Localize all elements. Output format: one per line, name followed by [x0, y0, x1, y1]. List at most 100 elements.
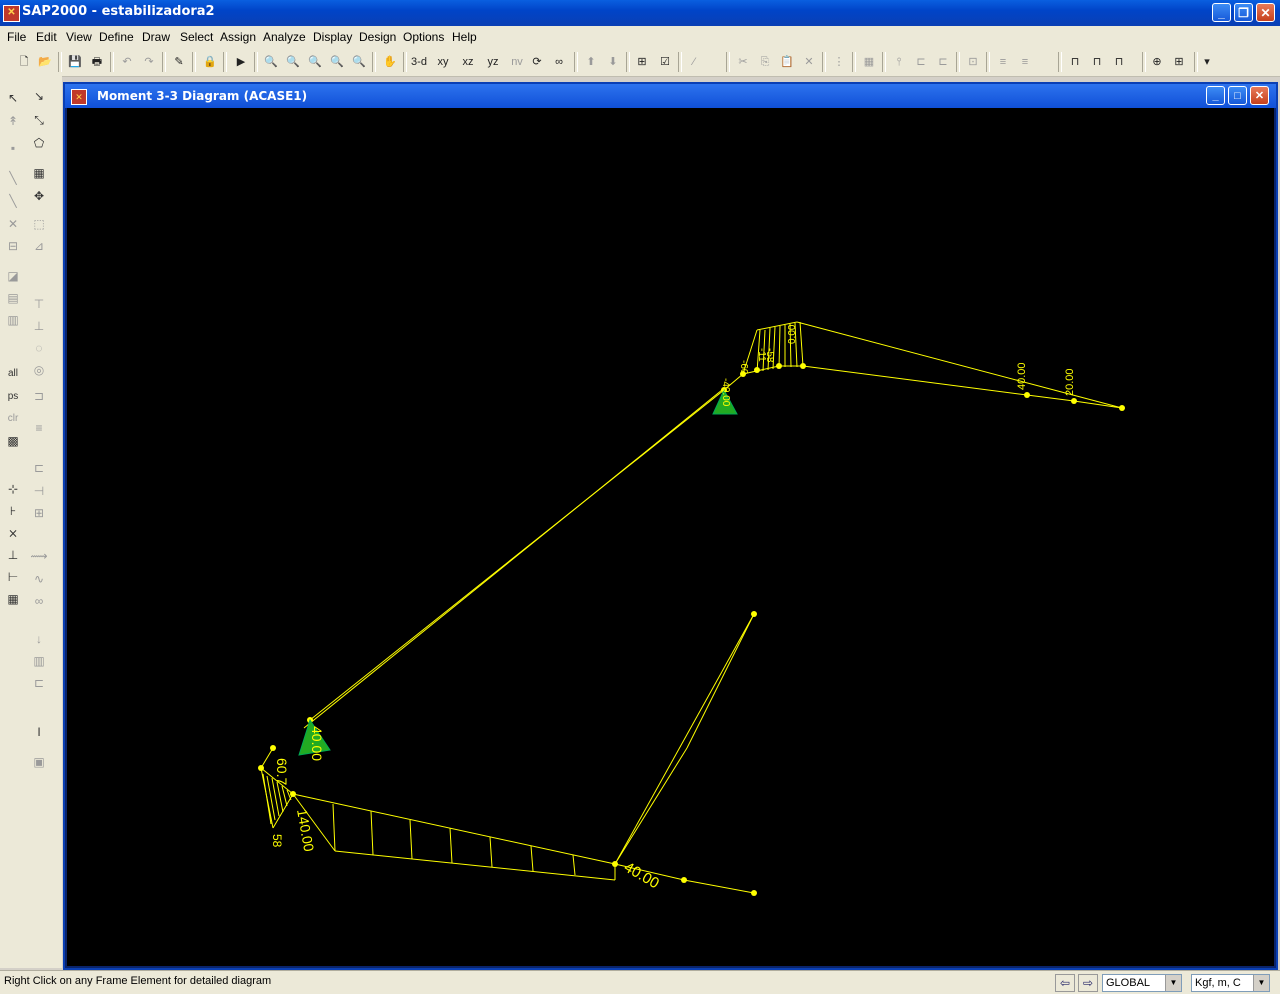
frame-moment-icon[interactable]: ⊓ — [1110, 52, 1128, 72]
child-maximize-button[interactable]: □ — [1228, 86, 1247, 105]
delete-icon[interactable]: ✕ — [800, 52, 818, 72]
next-view-button[interactable]: ⇨ — [1078, 974, 1098, 992]
grid-icon[interactable]: ▦ — [860, 52, 878, 72]
zoom-out-icon[interactable]: 🔍 — [350, 52, 368, 72]
display-deformed-icon[interactable]: ≡ — [994, 52, 1012, 72]
units-select[interactable]: Kgf, m, C ▼ — [1191, 974, 1270, 992]
copy-icon[interactable]: ⎘ — [756, 52, 774, 72]
plane-icon[interactable]: ▥ — [3, 310, 23, 330]
assign-icon[interactable]: ⁄ — [685, 52, 703, 72]
zoom-window-icon[interactable]: 🔍 — [262, 52, 280, 72]
draw-frame-icon[interactable]: ⤡ — [29, 110, 49, 130]
menu-file[interactable]: File — [7, 30, 26, 44]
frame-icon[interactable]: ⊓ — [1066, 52, 1084, 72]
cut-icon[interactable]: ✂ — [734, 52, 752, 72]
show-all-icon[interactable]: ⊞ — [633, 52, 651, 72]
shell-icon[interactable]: ▤ — [3, 288, 23, 308]
rotate-3d-icon[interactable]: ⟳ — [528, 52, 546, 72]
pencil-icon[interactable]: ✎ — [170, 52, 188, 72]
diagram-canvas[interactable]: -58 -11 -60 -40.00 0.00 40.00 20.00 40.0… — [67, 108, 1274, 966]
menu-assign[interactable]: Assign — [220, 30, 256, 44]
menu-design[interactable]: Design — [359, 30, 396, 44]
draw-point-icon[interactable]: ↟ — [3, 111, 23, 131]
joint-spring-icon[interactable]: ⊥ — [29, 316, 49, 336]
paste-icon[interactable]: 📋 — [778, 52, 796, 72]
draw-line-icon[interactable]: ╲ — [3, 168, 23, 188]
moment-diagram-svg[interactable]: -58 -11 -60 -40.00 0.00 40.00 20.00 40.0… — [67, 108, 1274, 966]
child-window-icon[interactable]: ✕ — [71, 89, 87, 105]
frame-temp-icon[interactable]: ∿ — [29, 569, 49, 589]
redo-icon[interactable]: ↷ — [140, 52, 158, 72]
frame-braced-icon[interactable]: ⊓ — [1088, 52, 1106, 72]
frame-releases-icon[interactable]: ⊐ — [29, 386, 49, 406]
design-report-icon[interactable]: ⊞ — [1170, 52, 1188, 72]
view-xy-button[interactable]: xy — [434, 52, 452, 72]
perspective-icon[interactable]: ∞ — [550, 52, 568, 72]
draw-line2-icon[interactable]: ╲ — [3, 191, 23, 211]
menu-view[interactable]: View — [66, 30, 92, 44]
link-icon[interactable]: ⊿ — [29, 236, 49, 256]
frame-hinges-icon[interactable]: ⊣ — [29, 481, 49, 501]
clear-selection-button[interactable]: clr — [3, 409, 23, 429]
chevron-down-icon[interactable]: ▼ — [1165, 975, 1181, 991]
area-loads-icon[interactable]: ▥ — [29, 651, 49, 671]
minimize-button[interactable]: _ — [1212, 3, 1231, 22]
child-close-button[interactable]: ✕ — [1250, 86, 1269, 105]
restore-button[interactable]: ❐ — [1234, 3, 1253, 22]
close-button[interactable]: ✕ — [1256, 3, 1275, 22]
draw-special-joint-icon[interactable]: ▪ — [3, 138, 23, 158]
intersecting-line-icon[interactable]: ▩ — [3, 431, 23, 451]
snap-lines-icon[interactable]: ⊢ — [3, 567, 23, 587]
zoom-restore-icon[interactable]: 🔍 — [284, 52, 302, 72]
toolbar-more-icon[interactable]: ▾ — [1198, 52, 1216, 72]
joint-restraint-icon[interactable]: ⊤ — [29, 294, 49, 314]
print-icon[interactable]: 🖶 — [88, 52, 106, 72]
loads-icon[interactable]: ⊏ — [934, 52, 952, 72]
new-file-icon[interactable]: 🗋 — [15, 52, 33, 72]
menu-draw[interactable]: Draw — [142, 30, 170, 44]
select-all-button[interactable]: all — [3, 364, 23, 384]
cross-bracing-icon[interactable]: ✕ — [3, 214, 23, 234]
frame-prestress-icon[interactable]: ∞ — [29, 591, 49, 611]
sap2000-app-icon[interactable]: ✕ — [3, 5, 20, 22]
replicate-icon[interactable]: ⋮ — [830, 52, 848, 72]
menu-display[interactable]: Display — [313, 30, 352, 44]
area-temp-icon[interactable]: ⊏ — [29, 673, 49, 693]
axes-icon[interactable]: ✥ — [29, 186, 49, 206]
reshape-icon[interactable]: ↘ — [29, 86, 49, 106]
snap-perpendicular-icon[interactable]: ⊥ — [3, 545, 23, 565]
run-analysis-icon[interactable]: ▶ — [232, 52, 250, 72]
snap-ends-icon[interactable]: ⊦ — [3, 501, 23, 521]
chevron-down-icon[interactable]: ▼ — [1253, 975, 1269, 991]
menu-select[interactable]: Select — [180, 30, 213, 44]
menu-define[interactable]: Define — [99, 30, 134, 44]
frame-offsets-icon[interactable]: ≡ — [29, 418, 49, 438]
coord-system-select[interactable]: GLOBAL ▼ — [1102, 974, 1182, 992]
lock-icon[interactable]: 🔒 — [201, 52, 219, 72]
view-3d-button[interactable]: 3-d — [410, 52, 428, 72]
snap-joints-icon[interactable]: ⊹ — [3, 479, 23, 499]
restraint-icon[interactable]: ⫯ — [890, 52, 908, 72]
section-cut-icon[interactable]: ⊟ — [3, 236, 23, 256]
frame-lines[interactable] — [260, 321, 1123, 894]
up-arrow-icon[interactable]: ⬆ — [582, 52, 600, 72]
zoom-full-icon[interactable]: 🔍 — [306, 52, 324, 72]
view-xz-button[interactable]: xz — [459, 52, 477, 72]
open-file-icon[interactable]: 📂 — [36, 52, 54, 72]
previous-selection-button[interactable]: ps — [3, 387, 23, 407]
view-yz-button[interactable]: yz — [484, 52, 502, 72]
menu-help[interactable]: Help — [452, 30, 477, 44]
rect-area-icon[interactable]: ▦ — [29, 163, 49, 183]
frame-sections-icon[interactable]: ⊏ — [29, 458, 49, 478]
solid-icon[interactable]: ◪ — [3, 266, 23, 286]
view-nv-button[interactable]: nv — [508, 52, 526, 72]
joint-panel-icon[interactable]: ◎ — [29, 360, 49, 380]
menu-analyze[interactable]: Analyze — [263, 30, 306, 44]
joint-loads-icon[interactable]: ↓ — [29, 629, 49, 649]
frame-modifiers-icon[interactable]: ⊞ — [29, 503, 49, 523]
pan-icon[interactable]: ✋ — [381, 52, 399, 72]
save-icon[interactable]: 💾 — [66, 52, 84, 72]
section-property-icon[interactable]: I — [29, 722, 49, 742]
menu-options[interactable]: Options — [403, 30, 444, 44]
area-icon[interactable]: ⊡ — [964, 52, 982, 72]
